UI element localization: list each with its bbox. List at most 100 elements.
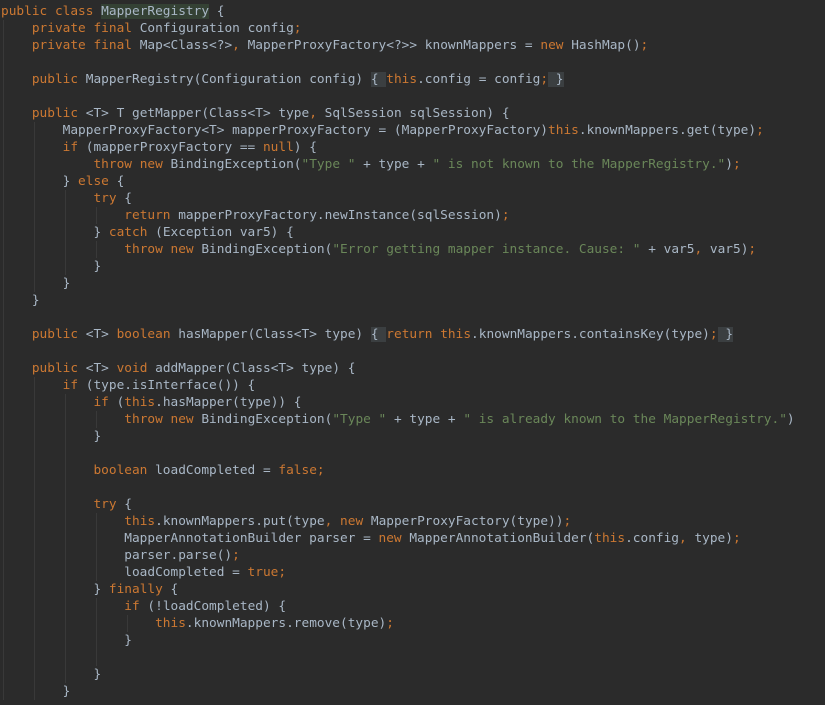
code-token: try	[93, 191, 125, 206]
code-token: new	[540, 38, 572, 53]
code-token: (mapperProxyFactory ==	[85, 140, 263, 155]
code-line[interactable]: public class MapperRegistry {	[1, 3, 224, 20]
code-token: {	[116, 174, 125, 189]
code-token: null	[262, 140, 294, 155]
code-token: public	[1, 4, 55, 19]
code-editor[interactable]: public class MapperRegistry { private fi…	[0, 0, 825, 705]
code-token: BindingException(	[201, 412, 333, 427]
code-line[interactable]: this.knownMappers.put(type, new MapperPr…	[1, 513, 571, 530]
code-line[interactable]: throw new BindingException("Type " + typ…	[1, 156, 740, 173]
code-token: .knownMappers.remove(type)	[185, 616, 387, 631]
code-line[interactable]: try {	[1, 496, 132, 513]
code-line[interactable]: }	[1, 683, 71, 700]
code-line[interactable]: loadCompleted = true;	[1, 564, 286, 581]
code-token: this	[124, 514, 156, 529]
code-token: {	[209, 4, 225, 19]
code-line[interactable]: public MapperRegistry(Configuration conf…	[1, 71, 564, 88]
code-line[interactable]: throw new BindingException("Error gettin…	[1, 241, 756, 258]
code-token: class	[54, 4, 102, 19]
code-line[interactable]: try {	[1, 190, 132, 207]
code-line[interactable]: } finally {	[1, 581, 178, 598]
code-line[interactable]: }	[1, 275, 71, 292]
code-token: }	[1, 174, 79, 189]
code-token: this	[386, 72, 418, 87]
code-line[interactable]: }	[1, 632, 132, 649]
code-token: }	[1, 225, 109, 240]
code-token: public	[31, 106, 86, 121]
code-token: " is already known to the MapperRegistry…	[463, 412, 787, 427]
code-line[interactable]: MapperAnnotationBuilder parser = new Map…	[1, 530, 741, 547]
code-token: ;	[386, 616, 394, 631]
code-line[interactable]: public <T> boolean hasMapper(Class<T> ty…	[1, 326, 734, 343]
code-token: .hasMapper(type)) {	[155, 395, 302, 410]
code-line[interactable]: public <T> void addMapper(Class<T> type)…	[1, 360, 356, 377]
code-token: this	[124, 395, 156, 410]
code-token: ;	[316, 463, 325, 478]
folded-region[interactable]: }	[548, 72, 564, 87]
code-line[interactable]: }	[1, 666, 101, 683]
code-token: ;	[732, 531, 741, 546]
folded-region[interactable]: {	[370, 72, 387, 87]
code-line[interactable]: if (mapperProxyFactory == null) {	[1, 139, 317, 156]
code-token: {	[124, 191, 132, 206]
code-token: ;	[563, 514, 572, 529]
code-line[interactable]: } else {	[1, 173, 125, 190]
code-line[interactable]: boolean loadCompleted = false;	[1, 462, 325, 479]
folded-region[interactable]: {	[370, 327, 387, 342]
code-token: (!loadCompleted) {	[147, 599, 287, 614]
code-line[interactable]: return mapperProxyFactory.newInstance(sq…	[1, 207, 509, 224]
code-token: ;	[540, 72, 549, 87]
code-token: if	[62, 378, 86, 393]
code-token: this	[594, 531, 626, 546]
code-token: throw	[124, 412, 171, 427]
folded-region[interactable]: }	[717, 327, 734, 342]
code-token: }	[1, 259, 102, 274]
code-token: throw	[124, 242, 171, 257]
code-token: true	[247, 565, 279, 580]
code-line[interactable]: parser.parse();	[1, 547, 240, 564]
code-token: void	[116, 361, 156, 376]
code-line[interactable]: if (type.isInterface()) {	[1, 377, 256, 394]
code-line[interactable]: throw new BindingException("Type " + typ…	[1, 411, 795, 428]
code-token: + var5	[640, 242, 695, 257]
code-token: <T> T getMapper(Class<T> type	[85, 106, 310, 121]
code-token: public	[31, 72, 86, 87]
code-line[interactable]: if (!loadCompleted) {	[1, 598, 286, 615]
code-token: if	[93, 395, 117, 410]
code-token: <T>	[85, 327, 117, 342]
code-token: ;	[709, 327, 718, 342]
code-line[interactable]: }	[1, 292, 40, 309]
code-token: ;	[278, 565, 287, 580]
code-token: .knownMappers.get(type)	[578, 123, 757, 138]
code-token: )	[786, 412, 795, 427]
code-token: }	[1, 429, 102, 444]
code-token: MapperRegistry(Configuration config)	[85, 72, 371, 87]
code-token: .knownMappers.containsKey(type)	[471, 327, 710, 342]
code-token: finally	[108, 582, 171, 597]
code-line[interactable]: } catch (Exception var5) {	[1, 224, 293, 241]
code-token: public	[31, 361, 86, 376]
code-token: MapperProxyFactory<?>> knownMappers =	[247, 38, 541, 53]
code-token: )	[725, 157, 733, 172]
code-line[interactable]: if (this.hasMapper(type)) {	[1, 394, 302, 411]
code-token: ,	[324, 514, 341, 529]
code-token: }	[1, 276, 71, 291]
code-token: final	[93, 21, 140, 36]
code-token: throw	[93, 157, 140, 172]
code-line[interactable]: MapperProxyFactory<T> mapperProxyFactory…	[1, 122, 764, 139]
code-token: ,	[679, 531, 695, 546]
code-line[interactable]: this.knownMappers.remove(type);	[1, 615, 394, 632]
code-token: MapperAnnotationBuilder(	[409, 531, 595, 546]
code-line[interactable]: private final Map<Class<?>, MapperProxyF…	[1, 37, 648, 54]
code-line[interactable]: public <T> T getMapper(Class<T> type, Sq…	[1, 105, 510, 122]
code-line[interactable]: private final Configuration config;	[1, 20, 302, 37]
code-token: mapperProxyFactory.newInstance(sqlSessio…	[178, 208, 502, 223]
code-line[interactable]: }	[1, 428, 101, 445]
code-line[interactable]: }	[1, 258, 101, 275]
